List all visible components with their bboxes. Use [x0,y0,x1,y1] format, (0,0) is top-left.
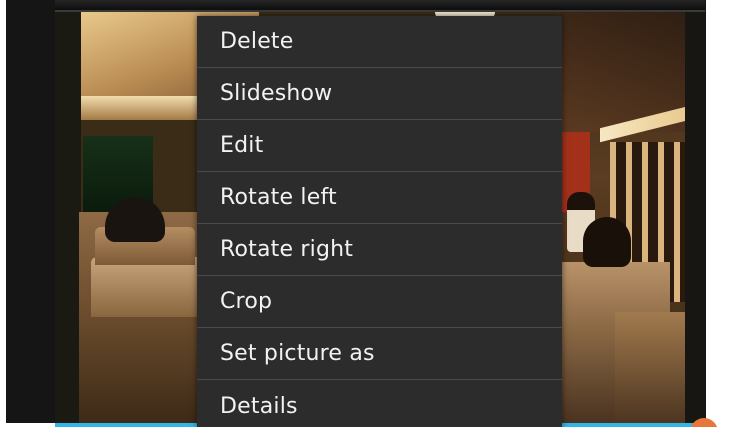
photo-passenger-head [105,197,165,242]
photo-dark-edge-right [685,12,705,423]
menu-item-rotate-right[interactable]: Rotate right [197,224,562,276]
menu-item-delete[interactable]: Delete [197,16,562,68]
menu-item-set-picture-as[interactable]: Set picture as [197,328,562,380]
menu-item-edit[interactable]: Edit [197,120,562,172]
menu-item-rotate-left[interactable]: Rotate left [197,172,562,224]
photo-seat-back [91,257,211,317]
context-menu: Delete Slideshow Edit Rotate left Rotate… [197,16,562,427]
action-bar [55,0,705,12]
photo-passenger-head [583,217,631,267]
gallery-screen: Delete Slideshow Edit Rotate left Rotate… [0,0,745,427]
menu-item-crop[interactable]: Crop [197,276,562,328]
photo-dark-edge-left [55,12,81,423]
menu-item-details[interactable]: Details [197,380,562,427]
menu-item-slideshow[interactable]: Slideshow [197,68,562,120]
